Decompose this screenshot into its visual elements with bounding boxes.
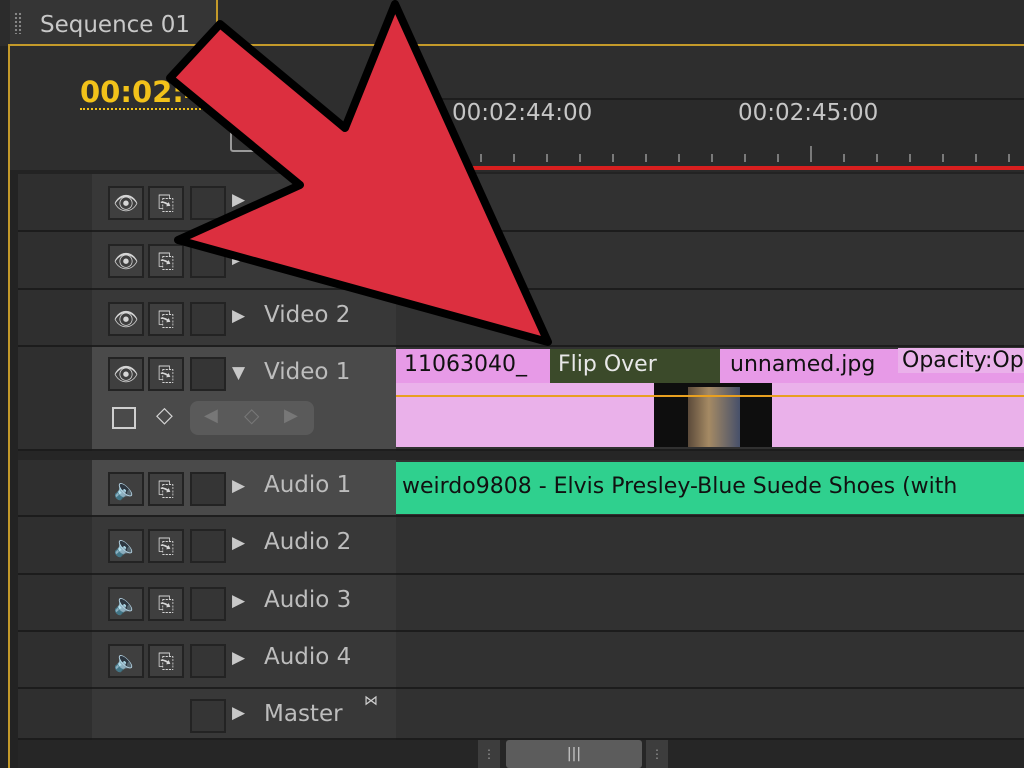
red-arrow-pointer: [166, 0, 552, 346]
